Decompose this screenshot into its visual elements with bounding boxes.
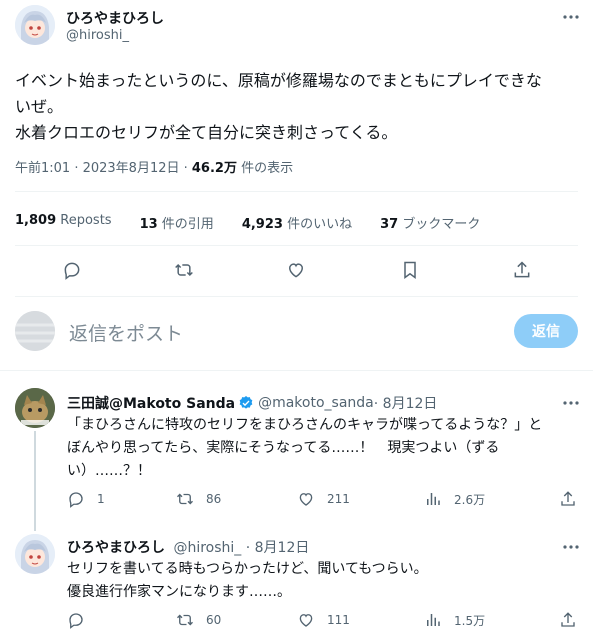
- divider: [0, 370, 593, 371]
- reply-icon[interactable]: [62, 260, 82, 280]
- reply-composer-input[interactable]: 返信をポスト: [69, 319, 183, 346]
- reply-text-line: ぼんやり思ってたら、実際にそうなってる……！ 現実つよい（ずる: [67, 440, 500, 456]
- likes-label: 件のいいね: [287, 217, 353, 232]
- repost-count: 60: [206, 613, 222, 627]
- reply-text-line: 「まひろさんに特攻のセリフをまひろさんのキャラが喋ってるような？」と: [67, 417, 543, 433]
- more-options-icon[interactable]: [562, 394, 580, 412]
- reply-text-line: い）……？！: [67, 463, 151, 479]
- view-label: 件の表示: [236, 161, 294, 176]
- quotes-count: 13: [139, 217, 158, 232]
- reply-action-repost[interactable]: 86: [176, 490, 221, 508]
- tweet-meta: 午前1:01 · 2023年8月12日 · 46.2万 件の表示: [15, 157, 293, 176]
- thread-line: [34, 431, 36, 531]
- divider: [15, 296, 578, 297]
- share-icon[interactable]: [559, 611, 577, 629]
- reply-header: 三田誠@Makoto Sanda @makoto_sanda · 8月12日: [67, 393, 437, 413]
- like-icon[interactable]: [286, 260, 306, 280]
- bookmarks-count: 37: [380, 217, 399, 232]
- divider: [15, 191, 578, 192]
- analytics-icon: [424, 611, 442, 629]
- reply-author-avatar[interactable]: [15, 534, 55, 574]
- verified-badge-icon: [238, 395, 254, 411]
- tweet-text-line: 水着クロエのセリフが全て自分に突き刺さってくる。: [15, 123, 398, 142]
- reply-display-name[interactable]: 三田誠@Makoto Sanda: [67, 393, 235, 413]
- share-icon[interactable]: [512, 260, 532, 280]
- likes-count: 4,923: [241, 217, 283, 232]
- reply-action-views[interactable]: 1.5万: [424, 611, 485, 629]
- reply-action-reply[interactable]: 1: [67, 490, 105, 508]
- reply-handle[interactable]: @makoto_sanda: [258, 395, 374, 411]
- repost-icon: [176, 611, 194, 629]
- likes-stat[interactable]: 4,923 件のいいね: [242, 213, 352, 232]
- quotes-label: 件の引用: [161, 217, 214, 232]
- reply-action-reply[interactable]: [67, 611, 97, 629]
- reply-handle[interactable]: @hiroshi_: [173, 540, 241, 556]
- view-count: 1.5万: [454, 613, 486, 628]
- bookmark-icon[interactable]: [400, 260, 420, 280]
- reply-display-name[interactable]: ひろやまひろし: [67, 540, 165, 556]
- current-user-avatar: [15, 311, 55, 351]
- reply-date[interactable]: · 8月12日: [241, 540, 310, 556]
- view-count: 2.6万: [454, 492, 486, 507]
- reply-author-avatar[interactable]: [15, 388, 55, 428]
- author-avatar[interactable]: [15, 5, 55, 45]
- like-icon: [297, 611, 315, 629]
- more-options-icon[interactable]: [562, 8, 580, 26]
- reply-action-like[interactable]: 111: [297, 611, 350, 629]
- reply-icon: [67, 611, 85, 629]
- author-display-name[interactable]: ひろやまひろし: [66, 8, 164, 28]
- repost-icon: [176, 490, 194, 508]
- like-icon: [297, 490, 315, 508]
- reply-action-views[interactable]: 2.6万: [424, 490, 485, 508]
- reposts-count: 1,809: [15, 213, 57, 228]
- reposts-stat[interactable]: 1,809 Reposts: [15, 213, 112, 232]
- like-count: 111: [327, 613, 350, 627]
- stats-row: 1,809 Reposts 13 件の引用 4,923 件のいいね 37 ブック…: [15, 213, 480, 232]
- share-icon[interactable]: [559, 490, 577, 508]
- analytics-icon: [424, 490, 442, 508]
- view-count: 46.2万: [191, 161, 237, 176]
- bookmarks-stat[interactable]: 37 ブックマーク: [380, 213, 480, 232]
- reply-count: 1: [97, 492, 105, 506]
- reply-button[interactable]: 返信: [514, 314, 578, 348]
- repost-count: 86: [206, 492, 222, 506]
- tweet-text-line: いぜ。: [15, 97, 64, 116]
- more-options-icon[interactable]: [562, 538, 580, 556]
- reply-text-line: セリフを書いてる時もつらかったけど、聞いてもつらい。: [67, 561, 428, 577]
- reply-date[interactable]: · 8月12日: [374, 393, 438, 413]
- tweet-text-line: イベント始まったというのに、原稿が修羅場なのでまともにプレイできな: [15, 71, 542, 90]
- tweet-timestamp[interactable]: 午前1:01 · 2023年8月12日 ·: [15, 161, 192, 176]
- reply-action-like[interactable]: 211: [297, 490, 350, 508]
- quotes-stat[interactable]: 13 件の引用: [140, 213, 214, 232]
- reposts-label: Reposts: [60, 213, 112, 228]
- bookmarks-label: ブックマーク: [402, 217, 481, 232]
- reply-action-repost[interactable]: 60: [176, 611, 221, 629]
- divider: [15, 245, 578, 246]
- reply-icon: [67, 490, 85, 508]
- reply-header: ひろやまひろし @hiroshi_ · 8月12日: [67, 537, 309, 557]
- author-handle[interactable]: @hiroshi_: [66, 28, 129, 43]
- like-count: 211: [327, 492, 350, 506]
- repost-icon[interactable]: [174, 260, 194, 280]
- reply-text-line: 優良進行作家マンになります……。: [67, 584, 291, 600]
